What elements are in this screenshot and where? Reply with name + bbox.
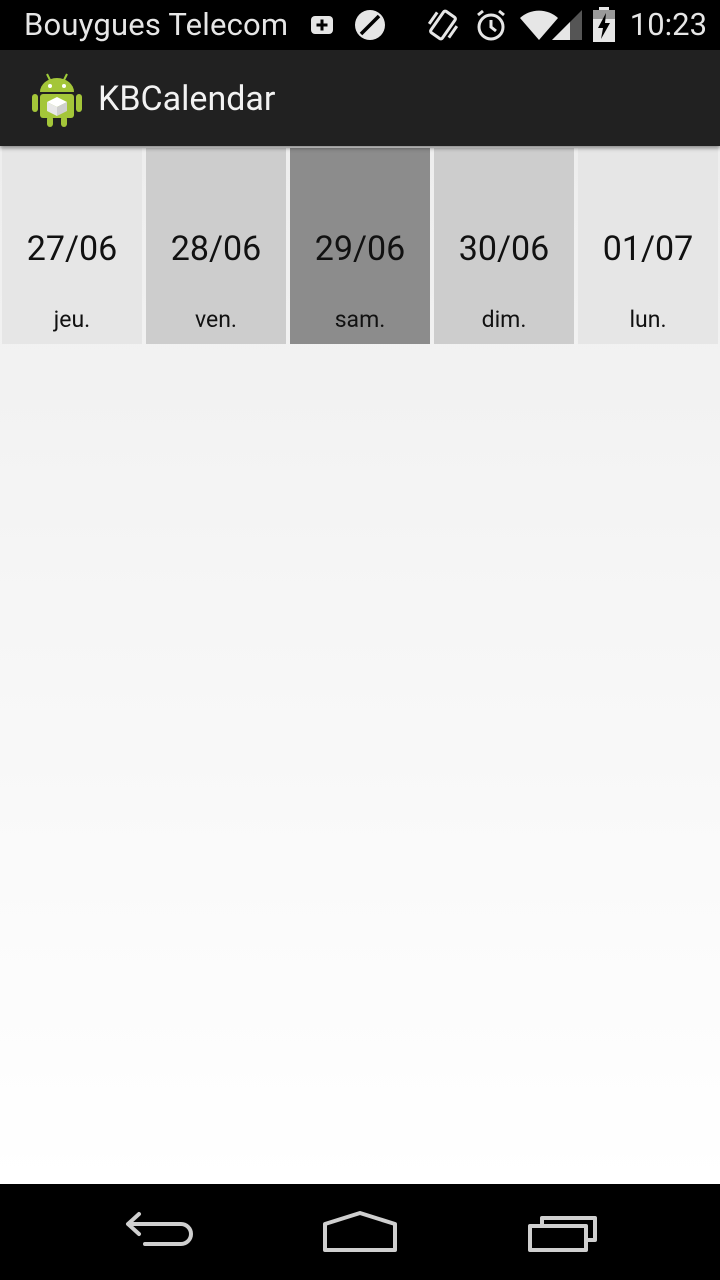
vibrate-icon [426, 6, 460, 48]
day-cell[interactable]: 01/07 lun. [578, 148, 718, 344]
battery-charging-icon [592, 7, 616, 47]
sync-off-icon [353, 8, 387, 46]
day-weekday: dim. [481, 306, 527, 333]
signal-icon [550, 8, 586, 46]
day-date: 30/06 [458, 229, 550, 269]
day-cell-selected[interactable]: 29/06 sam. [290, 148, 430, 344]
status-bar: Bouygues Telecom 10:23 [0, 0, 720, 50]
android-robot-icon[interactable] [30, 70, 84, 128]
day-cell[interactable]: 28/06 ven. [146, 148, 286, 344]
app-title: KBCalendar [98, 79, 276, 119]
day-date: 27/06 [26, 229, 118, 269]
day-date: 01/07 [602, 229, 694, 269]
day-date: 29/06 [314, 229, 406, 269]
recent-apps-icon[interactable] [525, 1208, 615, 1256]
action-bar: KBCalendar [0, 50, 720, 146]
day-weekday: jeu. [53, 306, 91, 333]
day-date: 28/06 [170, 229, 262, 269]
status-clock: 10:23 [629, 6, 707, 43]
day-cell[interactable]: 27/06 jeu. [2, 148, 142, 344]
day-cell[interactable]: 30/06 dim. [434, 148, 574, 344]
day-weekday: lun. [629, 306, 667, 333]
day-weekday: ven. [195, 306, 237, 333]
content-area: 27/06 jeu. 28/06 ven. 29/06 sam. 30/06 d… [0, 146, 720, 1184]
navigation-bar [0, 1184, 720, 1280]
day-strip: 27/06 jeu. 28/06 ven. 29/06 sam. 30/06 d… [0, 146, 720, 344]
day-weekday: sam. [334, 306, 386, 333]
home-icon[interactable] [315, 1208, 405, 1256]
add-notification-icon [309, 12, 335, 42]
alarm-icon [473, 7, 509, 47]
carrier-name: Bouygues Telecom [24, 6, 289, 43]
back-icon[interactable] [115, 1208, 205, 1256]
